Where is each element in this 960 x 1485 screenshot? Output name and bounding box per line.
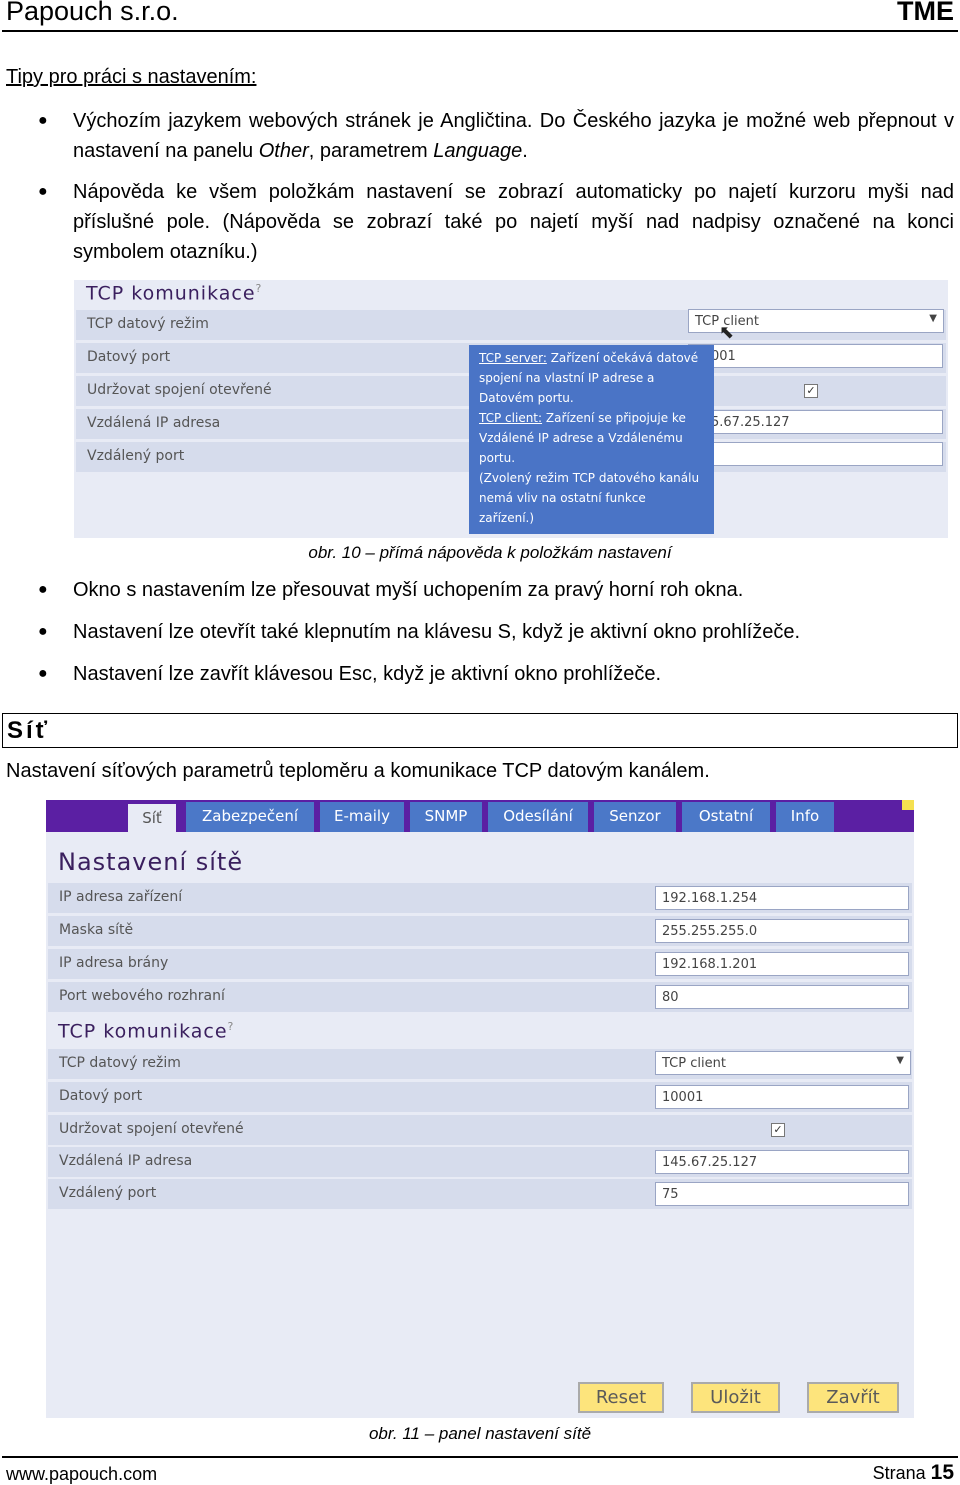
input-value: 001: [711, 349, 736, 364]
bullet-text: Nastavení lze zavřít klávesou Esc, když …: [73, 663, 662, 685]
netmask-input[interactable]: 255.255.255.0: [655, 919, 909, 943]
tab-info[interactable]: Info: [776, 802, 834, 832]
gateway-input[interactable]: 192.168.1.201: [655, 952, 909, 976]
page-label: Strana: [872, 1463, 926, 1483]
figure-caption: obr. 10 – přímá nápověda k položkám nast…: [308, 543, 672, 562]
field-label: Vzdálený port: [87, 448, 185, 464]
dropdown-arrow-icon: ▼: [896, 1055, 904, 1066]
field-label: TCP datový režim: [87, 316, 209, 332]
field-label: Udržovat spojení otevřené: [59, 1121, 244, 1137]
figure-tcp-tooltip: TCP komunikace? TCP datový režim Datový …: [74, 280, 948, 538]
field-label: IP adresa zařízení: [59, 889, 183, 905]
bullet-item: ● Nastavení lze otevřít také klepnutím na…: [38, 617, 954, 647]
field-label: Datový port: [59, 1088, 143, 1104]
help-icon[interactable]: ?: [228, 1020, 235, 1033]
tab-snmp[interactable]: SNMP: [410, 802, 482, 832]
footer-page: Strana 15: [873, 1461, 954, 1485]
section-heading: Nastavení sítě: [58, 848, 244, 876]
mouse-cursor-icon: ⬉: [719, 322, 735, 343]
web-port-input[interactable]: 80: [655, 985, 909, 1009]
bullet-text: Nastavení lze otevřít také klepnutím na …: [73, 621, 801, 643]
bullet-text: Okno s nastavením lze přesouvat myší uch…: [73, 579, 744, 601]
section-title: Síť: [2, 713, 958, 748]
save-button[interactable]: Uložit: [691, 1382, 780, 1413]
tab-senzor[interactable]: Senzor: [594, 802, 676, 832]
bullet-item: ● Nastavení lze zavřít klávesou Esc, když…: [38, 659, 954, 689]
help-tooltip: TCP server: Zařízení očekává datové spoj…: [469, 345, 714, 534]
page-number: 15: [930, 1461, 954, 1484]
field-label: Vzdálená IP adresa: [59, 1153, 193, 1169]
field-label: Udržovat spojení otevřené: [87, 382, 272, 398]
header-brand: TME: [897, 0, 954, 26]
tooltip-note: (Zvolený režim TCP datového kanálu nemá …: [479, 471, 700, 525]
tooltip-term: TCP client:: [479, 411, 543, 425]
tab-odesilani[interactable]: Odesílání: [488, 802, 588, 832]
header-company: Papouch s.r.o.: [6, 0, 179, 26]
tab-zabezpeceni[interactable]: Zabezpečení: [186, 802, 314, 832]
figure-caption: obr. 11 – panel nastavení sítě: [368, 1424, 592, 1443]
reset-button[interactable]: Reset: [578, 1382, 664, 1413]
field-label: Vzdálená IP adresa: [87, 415, 221, 431]
section-intro: Nastavení síťových parametrů teploměru a…: [6, 760, 710, 782]
drag-handle[interactable]: [902, 800, 914, 810]
tab-sit[interactable]: Síť: [128, 804, 176, 834]
input-value: 5.67.25.127: [711, 415, 790, 430]
footer-url: www.papouch.com: [6, 1464, 158, 1484]
bullet-item: ● Výchozím jazykem webových stránek je An…: [38, 110, 954, 162]
tab-emaily[interactable]: E-maily: [320, 802, 404, 832]
ip-address-input[interactable]: 192.168.1.254: [655, 886, 909, 910]
field-label: Vzdálený port: [59, 1185, 157, 1201]
bullet-item: ● Okno s nastavením lze přesouvat myší uc…: [38, 575, 954, 605]
section-heading: TCP komunikace: [86, 282, 256, 305]
remote-ip-input[interactable]: 145.67.25.127: [655, 1150, 909, 1174]
bullet-text: Nápověda ke všem položkám nastavení se z…: [73, 181, 954, 263]
remote-port-input[interactable]: 75: [655, 1182, 909, 1206]
field-label: Port webového rozhraní: [59, 988, 225, 1004]
field-label: Datový port: [87, 349, 171, 365]
keep-open-checkbox[interactable]: ✓: [804, 384, 818, 398]
section-heading: TCP komunikace: [58, 1020, 228, 1043]
bullet-text: Other: [258, 140, 309, 162]
field-label: Maska sítě: [59, 922, 134, 938]
tooltip-term: TCP server:: [479, 351, 547, 365]
remote-port-input[interactable]: [688, 442, 943, 466]
data-port-input[interactable]: 001: [688, 344, 943, 368]
remote-ip-input[interactable]: 5.67.25.127: [688, 410, 943, 434]
keep-open-checkbox[interactable]: ✓: [771, 1123, 785, 1137]
data-port-input[interactable]: 10001: [655, 1085, 909, 1109]
figure-network-settings: Síť Zabezpečení E-maily SNMP Odesílání S…: [46, 800, 914, 1418]
bullet-text: .: [522, 140, 528, 162]
tab-ostatni[interactable]: Ostatní: [682, 802, 770, 832]
field-label: TCP datový režim: [59, 1055, 181, 1071]
bullet-text: , parametrem: [308, 140, 434, 162]
select-value: TCP client: [662, 1056, 726, 1071]
tips-heading: Tipy pro práci s nastavením:: [6, 66, 257, 88]
close-button[interactable]: Zavřít: [807, 1382, 899, 1413]
tcp-mode-select[interactable]: TCP client ▼: [655, 1051, 911, 1075]
field-label: IP adresa brány: [59, 955, 169, 971]
bullet-item: ● Nápověda ke všem položkám nastavení se …: [38, 177, 954, 267]
footer-divider: [2, 1456, 958, 1458]
help-icon[interactable]: ?: [256, 282, 263, 295]
header-divider: [2, 30, 958, 32]
bullet-text: Language: [433, 140, 523, 162]
dropdown-arrow-icon: ▼: [929, 313, 937, 324]
